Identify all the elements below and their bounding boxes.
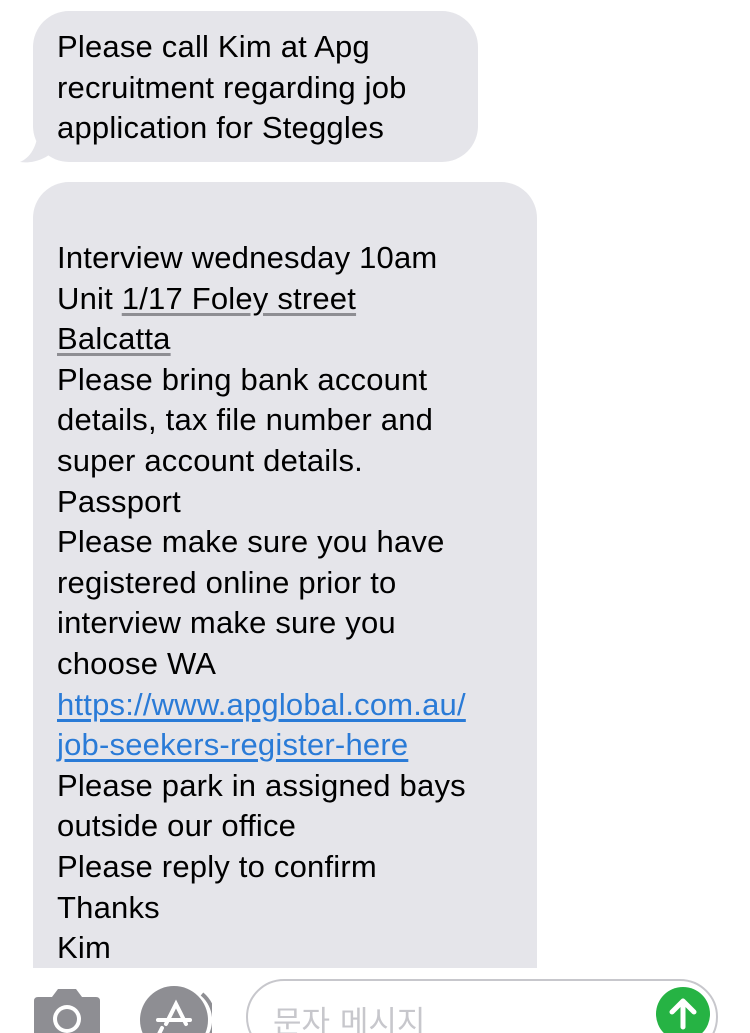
send-button[interactable] bbox=[656, 987, 710, 1033]
suburb-link[interactable]: Balcatta bbox=[57, 321, 171, 356]
message-text-line: Please park in assigned bays bbox=[57, 767, 466, 803]
camera-button[interactable] bbox=[34, 985, 100, 1033]
message-text-line: super account details. bbox=[57, 442, 363, 478]
address-link[interactable]: 1/17 Foley street bbox=[122, 281, 356, 316]
message-text-line: details, tax file number and bbox=[57, 402, 434, 438]
address-line: Unit 1/17 Foley street bbox=[57, 279, 517, 320]
message-text-line: application for Steggles bbox=[57, 110, 385, 146]
register-link[interactable]: https://www.apglobal.com.au/ bbox=[57, 685, 517, 726]
message-text-line: outside our office bbox=[57, 808, 297, 844]
message-input[interactable]: 문자 메시지 bbox=[246, 979, 718, 1033]
message-text-line: Please make sure you have bbox=[57, 524, 445, 560]
message-text-line: registered online prior to bbox=[57, 564, 397, 600]
app-store-icon bbox=[140, 986, 217, 1033]
message-text-line: Please call Kim at Apg bbox=[57, 29, 370, 64]
unit-prefix: Unit bbox=[57, 280, 122, 316]
arrow-up-icon bbox=[669, 998, 697, 1030]
message-text-line: recruitment regarding job bbox=[57, 69, 407, 105]
message-text-line: Please bring bank account bbox=[57, 361, 428, 397]
message-text-line: Interview wednesday 10am bbox=[57, 240, 438, 275]
message-text-line: choose WA bbox=[57, 645, 217, 681]
app-store-button[interactable] bbox=[140, 984, 217, 1033]
message-text-line: Please reply to confirm bbox=[57, 848, 377, 884]
compose-bar: 문자 메시지 bbox=[0, 968, 750, 1033]
message-text-line: interview make sure you bbox=[57, 605, 396, 641]
message-text-line: Kim bbox=[57, 930, 111, 966]
message-input-placeholder: 문자 메시지 bbox=[273, 1005, 426, 1033]
suburb-line: Balcatta bbox=[57, 319, 517, 360]
message-thread[interactable]: Please call Kim at Apg recruitment regar… bbox=[0, 0, 750, 968]
message-text-line: Thanks bbox=[57, 889, 160, 925]
message-text-line: Passport bbox=[57, 483, 181, 519]
incoming-message-bubble[interactable]: Interview wednesday 10am Unit 1/17 Foley… bbox=[33, 182, 537, 968]
messages-screen: Please call Kim at Apg recruitment regar… bbox=[0, 0, 750, 1033]
incoming-message-bubble[interactable]: Please call Kim at Apg recruitment regar… bbox=[33, 11, 478, 162]
register-link-continued[interactable]: job-seekers-register-here bbox=[57, 725, 517, 766]
camera-icon bbox=[34, 989, 100, 1033]
